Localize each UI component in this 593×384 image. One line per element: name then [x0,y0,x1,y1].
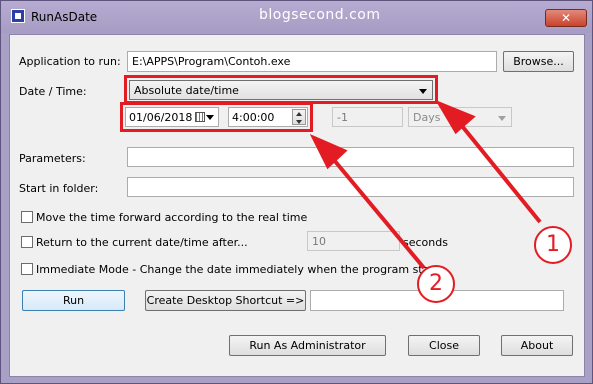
arrow-2-head [309,133,348,170]
arrow-2-shaft [332,158,426,270]
annotation-marker-2: 2 [417,265,455,303]
arrow-1-shaft [460,124,542,224]
arrow-1-head [435,99,476,135]
annotation-marker-1: 1 [534,226,572,264]
annotation-arrows [309,99,542,270]
